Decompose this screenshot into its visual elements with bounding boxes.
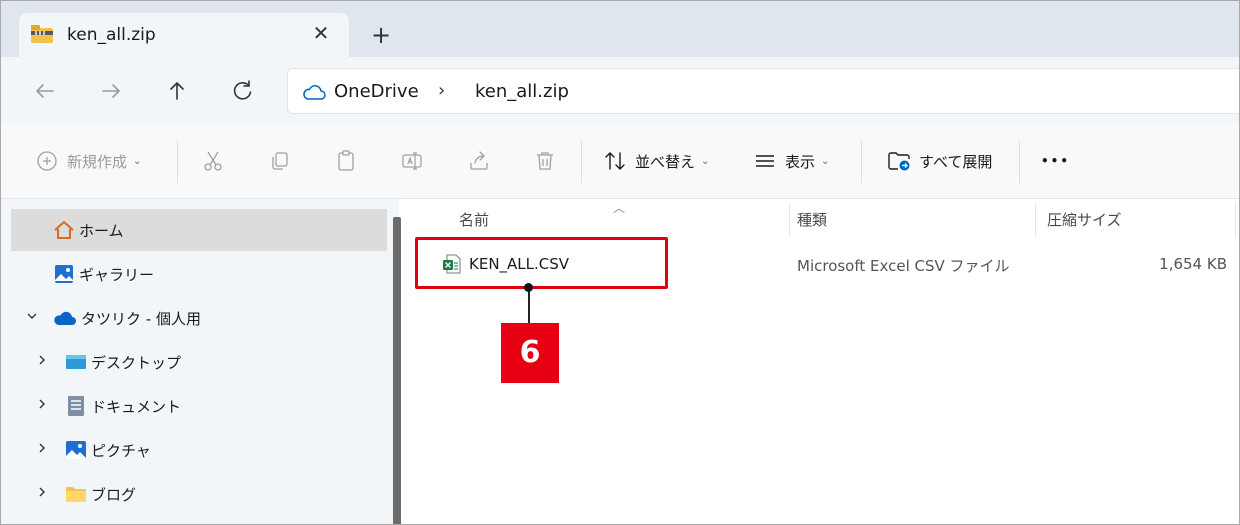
refresh-button[interactable] xyxy=(227,75,259,107)
new-button[interactable]: 新規作成 ⌄ xyxy=(35,147,141,175)
chevron-down-icon: ⌄ xyxy=(133,155,142,167)
paste-button[interactable] xyxy=(334,147,358,175)
column-header-type[interactable]: 種類 xyxy=(797,209,827,230)
sidebar-item-gallery[interactable]: ギャラリー xyxy=(11,253,387,295)
copy-icon xyxy=(272,152,288,170)
sort-button[interactable]: 並べ替え ⌄ xyxy=(603,147,709,175)
chevron-down-icon: ⌄ xyxy=(701,155,710,167)
folder-icon xyxy=(66,487,86,502)
sidebar-scrollbar[interactable] xyxy=(393,217,401,524)
chevron-down-icon xyxy=(27,313,37,319)
chevron-right-icon xyxy=(39,399,45,409)
sidebar-item-pictures[interactable]: ピクチャ xyxy=(11,429,387,471)
sort-label: 並べ替え xyxy=(635,152,696,171)
sidebar-item-onedrive[interactable]: タツリク - 個人用 xyxy=(11,297,387,339)
toolbar-divider xyxy=(861,141,862,183)
refresh-icon xyxy=(233,80,252,100)
file-explorer-window: ken_all.zip ✕ + OneDrive › ken_all.zip 新… xyxy=(0,0,1240,525)
chevron-right-icon xyxy=(39,487,45,497)
view-button[interactable]: 表示 ⌄ xyxy=(753,147,829,175)
chevron-right-icon xyxy=(39,355,45,365)
extract-all-label: すべて展開 xyxy=(919,152,993,171)
sort-arrows-icon xyxy=(605,152,625,170)
highlight-box xyxy=(415,237,668,289)
rename-button[interactable] xyxy=(400,147,424,175)
arrow-right-icon xyxy=(102,84,120,98)
toolbar-divider xyxy=(177,141,178,183)
pictures-icon xyxy=(66,441,86,459)
view-lines-icon xyxy=(756,155,774,167)
navigation-bar: OneDrive › ken_all.zip xyxy=(1,57,1239,123)
more-options-button[interactable]: ••• xyxy=(1041,147,1070,175)
address-bar[interactable]: OneDrive › ken_all.zip xyxy=(287,68,1239,114)
clipboard-icon xyxy=(338,150,354,171)
sidebar-item-label: ピクチャ xyxy=(91,442,151,460)
file-size: 1,654 KB xyxy=(1159,255,1227,273)
back-button[interactable] xyxy=(29,75,61,107)
arrow-left-icon xyxy=(36,84,54,98)
scissors-icon xyxy=(204,151,222,171)
sidebar-item-desktop[interactable]: デスクトップ xyxy=(11,341,387,383)
documents-icon xyxy=(68,396,84,416)
command-bar: 新規作成 ⌄ 並べ替え ⌄ 表示 ⌄ すべて展開 ••• xyxy=(1,123,1239,199)
desktop-icon xyxy=(66,355,86,369)
sort-up-chevron-icon: ︿ xyxy=(613,201,626,215)
new-tab-button[interactable]: + xyxy=(367,21,395,49)
new-label: 新規作成 xyxy=(67,152,128,171)
tab-title: ken_all.zip xyxy=(67,25,156,45)
share-icon xyxy=(470,151,488,170)
sidebar-item-label: デスクトップ xyxy=(91,354,182,372)
sidebar-item-label: ホーム xyxy=(79,222,124,240)
tab-close-icon[interactable]: ✕ xyxy=(309,21,333,45)
breadcrumb-current[interactable]: ken_all.zip xyxy=(475,81,569,102)
onedrive-cloud-icon xyxy=(54,311,76,325)
tab-ken-all-zip[interactable]: ken_all.zip ✕ xyxy=(19,13,349,57)
extract-folder-icon xyxy=(888,152,910,171)
forward-button[interactable] xyxy=(95,75,127,107)
home-icon xyxy=(54,221,74,239)
plus-circle-icon xyxy=(37,151,57,171)
rename-icon xyxy=(402,152,422,170)
navigation-pane: ホーム ギャラリー タツリク - 個人用 デスクトップ ドキュメント ピクチャ xyxy=(1,199,401,524)
column-header-name[interactable]: 名前 xyxy=(459,209,489,230)
breadcrumb-onedrive[interactable]: OneDrive xyxy=(334,81,419,102)
zip-folder-icon xyxy=(31,25,53,43)
callout-line xyxy=(528,287,530,323)
column-divider[interactable] xyxy=(789,203,790,237)
trash-icon xyxy=(537,152,553,170)
column-divider[interactable] xyxy=(1235,203,1236,237)
onedrive-cloud-icon xyxy=(303,85,326,100)
delete-button[interactable] xyxy=(533,147,557,175)
breadcrumb-chevron-icon[interactable]: › xyxy=(438,80,445,101)
toolbar-divider xyxy=(1019,141,1020,183)
share-button[interactable] xyxy=(467,147,491,175)
extract-all-button[interactable]: すべて展開 xyxy=(887,147,992,175)
more-dots-icon: ••• xyxy=(1041,154,1071,168)
up-button[interactable] xyxy=(161,75,193,107)
column-header-compressed-size[interactable]: 圧縮サイズ xyxy=(1047,209,1122,230)
tab-bar: ken_all.zip ✕ + xyxy=(1,1,1239,57)
file-type: Microsoft Excel CSV ファイル xyxy=(797,257,1010,275)
copy-button[interactable] xyxy=(268,147,292,175)
gallery-icon xyxy=(55,265,73,283)
sidebar-item-home[interactable]: ホーム xyxy=(11,209,387,251)
sidebar-item-documents[interactable]: ドキュメント xyxy=(11,385,387,427)
sidebar-item-label: ブログ xyxy=(91,486,137,504)
callout-dot xyxy=(524,283,533,292)
chevron-right-icon xyxy=(39,443,45,453)
file-list: ︿ 名前 種類 圧縮サイズ KEN_ALL.CSV Microsoft Exce… xyxy=(411,199,1239,524)
sidebar-item-label: ギャラリー xyxy=(79,266,155,284)
sidebar-item-blog[interactable]: ブログ xyxy=(11,473,387,515)
chevron-down-icon: ⌄ xyxy=(821,155,830,167)
toolbar-divider xyxy=(581,141,582,183)
column-divider[interactable] xyxy=(1035,203,1036,237)
arrow-up-icon xyxy=(170,82,184,100)
sidebar-item-label: タツリク - 個人用 xyxy=(81,310,201,328)
step-number-badge: 6 xyxy=(501,323,559,383)
view-label: 表示 xyxy=(785,152,816,171)
sidebar-item-label: ドキュメント xyxy=(91,398,182,416)
cut-button[interactable] xyxy=(201,147,225,175)
